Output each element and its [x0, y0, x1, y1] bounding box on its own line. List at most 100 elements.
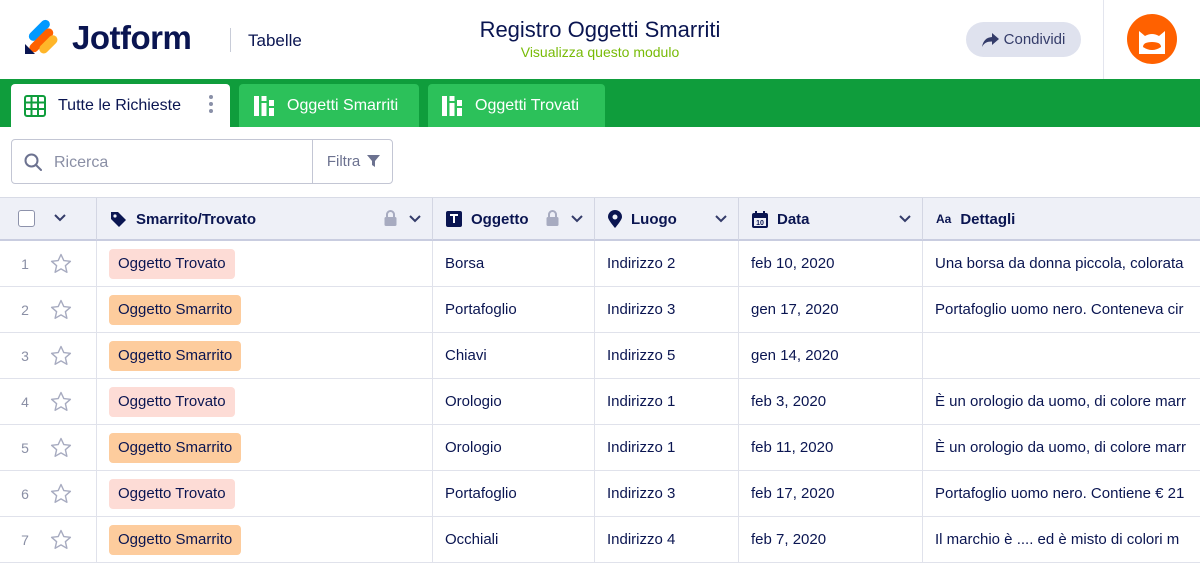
table-row[interactable]: 4 Oggetto Trovato Orologio Indirizzo 1 feb 3…	[0, 379, 1200, 425]
star-icon[interactable]	[50, 437, 72, 462]
column-label: Luogo	[631, 210, 677, 228]
report-icon	[441, 95, 463, 117]
place-cell[interactable]: Indirizzo 3	[595, 471, 739, 516]
column-label: Oggetto	[471, 210, 529, 228]
status-cell[interactable]: Oggetto Trovato	[97, 379, 433, 424]
calendar-icon: 10	[752, 210, 768, 228]
column-header-details[interactable]: Aa Dettagli	[923, 198, 1200, 240]
details-cell[interactable]: Portafoglio uomo nero. Conteneva cir	[923, 287, 1200, 332]
status-badge: Oggetto Smarrito	[109, 524, 242, 555]
status-cell[interactable]: Oggetto Trovato	[97, 241, 433, 286]
chevron-down-icon[interactable]	[899, 215, 911, 223]
status-cell[interactable]: Oggetto Smarrito	[97, 333, 433, 378]
share-button[interactable]: Condividi	[966, 22, 1081, 57]
svg-text:10: 10	[756, 220, 764, 227]
star-icon[interactable]	[50, 391, 72, 416]
star-icon[interactable]	[50, 483, 72, 508]
row-number: 4	[21, 393, 29, 410]
place-cell[interactable]: Indirizzo 3	[595, 287, 739, 332]
status-cell[interactable]: Oggetto Smarrito	[97, 517, 433, 562]
row-number: 5	[21, 439, 29, 456]
details-cell[interactable]	[923, 333, 1200, 378]
column-header-place[interactable]: Luogo	[595, 198, 739, 240]
date-cell[interactable]: feb 10, 2020	[739, 241, 923, 286]
column-header-item[interactable]: Oggetto	[433, 198, 595, 240]
date-cell[interactable]: feb 7, 2020	[739, 517, 923, 562]
details-cell[interactable]: Portafoglio uomo nero. Contiene € 21	[923, 471, 1200, 516]
item-cell[interactable]: Borsa	[433, 241, 595, 286]
tab-bar: Tutte le Richieste Oggetti Smarriti Ogge…	[0, 79, 1200, 127]
cat-avatar-icon	[1139, 31, 1165, 54]
table-row[interactable]: 3 Oggetto Smarrito Chiavi Indirizzo 5 gen 14…	[0, 333, 1200, 379]
table-row[interactable]: 1 Oggetto Trovato Borsa Indirizzo 2 feb 10, …	[0, 241, 1200, 287]
avatar[interactable]	[1127, 14, 1177, 64]
status-cell[interactable]: Oggetto Trovato	[97, 471, 433, 516]
row-number: 6	[21, 485, 29, 502]
details-cell[interactable]: È un orologio da uomo, di colore marr	[923, 425, 1200, 470]
item-cell[interactable]: Portafoglio	[433, 287, 595, 332]
date-cell[interactable]: feb 17, 2020	[739, 471, 923, 516]
chevron-down-icon[interactable]	[715, 215, 727, 223]
filter-label: Filtra	[326, 153, 361, 170]
column-header-date[interactable]: 10 Data	[739, 198, 923, 240]
status-badge: Oggetto Trovato	[109, 478, 235, 509]
item-cell[interactable]: Orologio	[433, 379, 595, 424]
row-controls: 7	[0, 517, 97, 562]
item-cell[interactable]: Portafoglio	[433, 471, 595, 516]
tab-all-requests[interactable]: Tutte le Richieste	[11, 84, 230, 127]
star-icon[interactable]	[50, 345, 72, 370]
item-cell[interactable]: Chiavi	[433, 333, 595, 378]
place-cell[interactable]: Indirizzo 1	[595, 379, 739, 424]
status-cell[interactable]: Oggetto Smarrito	[97, 425, 433, 470]
filter-icon	[367, 155, 381, 167]
grid-icon	[24, 94, 46, 117]
share-label: Condividi	[1003, 31, 1066, 48]
details-cell[interactable]: È un orologio da uomo, di colore marr	[923, 379, 1200, 424]
header-divider-right	[1103, 0, 1104, 79]
star-icon[interactable]	[50, 299, 72, 324]
table-row[interactable]: 5 Oggetto Smarrito Orologio Indirizzo 1 feb …	[0, 425, 1200, 471]
date-cell[interactable]: gen 14, 2020	[739, 333, 923, 378]
table-row[interactable]: 2 Oggetto Smarrito Portafoglio Indirizzo 3g…	[0, 287, 1200, 333]
chevron-down-icon[interactable]	[571, 215, 583, 223]
row-controls: 6	[0, 471, 97, 516]
status-cell[interactable]: Oggetto Smarrito	[97, 287, 433, 332]
select-all-checkbox[interactable]	[18, 210, 35, 227]
item-cell[interactable]: Occhiali	[433, 517, 595, 562]
search-input[interactable]	[52, 140, 311, 185]
tab-label: Oggetti Smarriti	[287, 96, 399, 114]
filter-button[interactable]: Filtra	[312, 140, 394, 183]
details-cell[interactable]: Il marchio è .... ed è misto di colori m	[923, 517, 1200, 562]
place-cell[interactable]: Indirizzo 2	[595, 241, 739, 286]
tag-icon	[110, 211, 127, 228]
table-header: Smarrito/Trovato Oggetto Luogo 10 Data A…	[0, 197, 1200, 241]
row-number: 7	[21, 531, 29, 548]
tab-menu-icon[interactable]	[209, 95, 213, 113]
item-cell[interactable]: Orologio	[433, 425, 595, 470]
text-icon	[446, 211, 462, 227]
row-controls: 4	[0, 379, 97, 424]
column-label: Data	[777, 210, 810, 228]
chevron-down-icon[interactable]	[409, 215, 421, 223]
table-row[interactable]: 6 Oggetto Trovato Portafoglio Indirizzo 3 fe…	[0, 471, 1200, 517]
date-cell[interactable]: feb 11, 2020	[739, 425, 923, 470]
date-cell[interactable]: feb 3, 2020	[739, 379, 923, 424]
details-cell[interactable]: Una borsa da donna piccola, colorata	[923, 241, 1200, 286]
place-cell[interactable]: Indirizzo 5	[595, 333, 739, 378]
column-header-status[interactable]: Smarrito/Trovato	[97, 198, 433, 240]
star-icon[interactable]	[50, 529, 72, 554]
row-controls: 2	[0, 287, 97, 332]
place-cell[interactable]: Indirizzo 1	[595, 425, 739, 470]
row-controls: 1	[0, 241, 97, 286]
tab-lost-items[interactable]: Oggetti Smarriti	[239, 84, 419, 127]
tab-found-items[interactable]: Oggetti Trovati	[428, 84, 605, 127]
chevron-down-icon[interactable]	[54, 214, 66, 222]
table-row[interactable]: 7 Oggetto Smarrito Occhiali Indirizzo 4 feb …	[0, 517, 1200, 563]
date-cell[interactable]: gen 17, 2020	[739, 287, 923, 332]
share-arrow-icon	[981, 32, 999, 47]
star-icon[interactable]	[50, 253, 72, 278]
row-controls: 3	[0, 333, 97, 378]
place-cell[interactable]: Indirizzo 4	[595, 517, 739, 562]
lock-icon	[546, 210, 559, 226]
tab-label: Oggetti Trovati	[475, 96, 580, 114]
